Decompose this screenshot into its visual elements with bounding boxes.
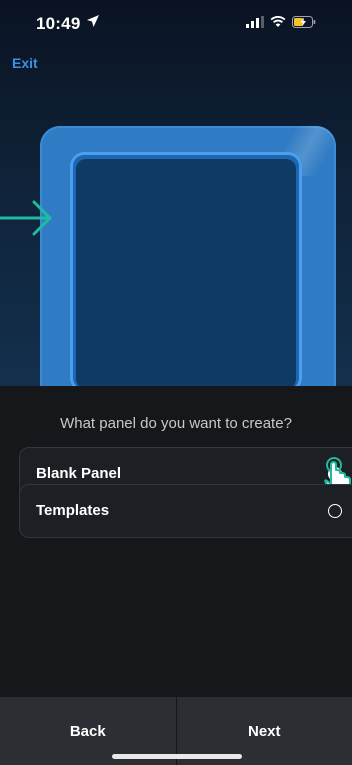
panel-screen xyxy=(76,159,296,386)
battery-charging-icon xyxy=(292,16,316,28)
radio-unselected[interactable] xyxy=(328,504,342,518)
wifi-icon xyxy=(270,16,286,27)
location-arrow-icon xyxy=(87,15,99,27)
panel-type-sheet: What panel do you want to create? Blank … xyxy=(0,386,352,765)
illustration-area: 10:49 Exit xyxy=(0,0,352,386)
option-label: Templates xyxy=(36,502,110,519)
bottom-nav: Back Next xyxy=(0,697,352,765)
option-templates[interactable]: Templates xyxy=(19,484,352,538)
status-bar: 10:49 xyxy=(0,0,352,40)
panel-illustration xyxy=(40,126,336,386)
exit-button[interactable]: Exit xyxy=(12,55,38,71)
status-icons xyxy=(246,16,316,28)
arrow-right-icon xyxy=(0,200,52,236)
cellular-signal-icon xyxy=(246,16,264,28)
question-text: What panel do you want to create? xyxy=(60,415,292,432)
home-indicator xyxy=(112,754,242,759)
status-time: 10:49 xyxy=(36,14,81,33)
option-label: Blank Panel xyxy=(36,465,122,482)
